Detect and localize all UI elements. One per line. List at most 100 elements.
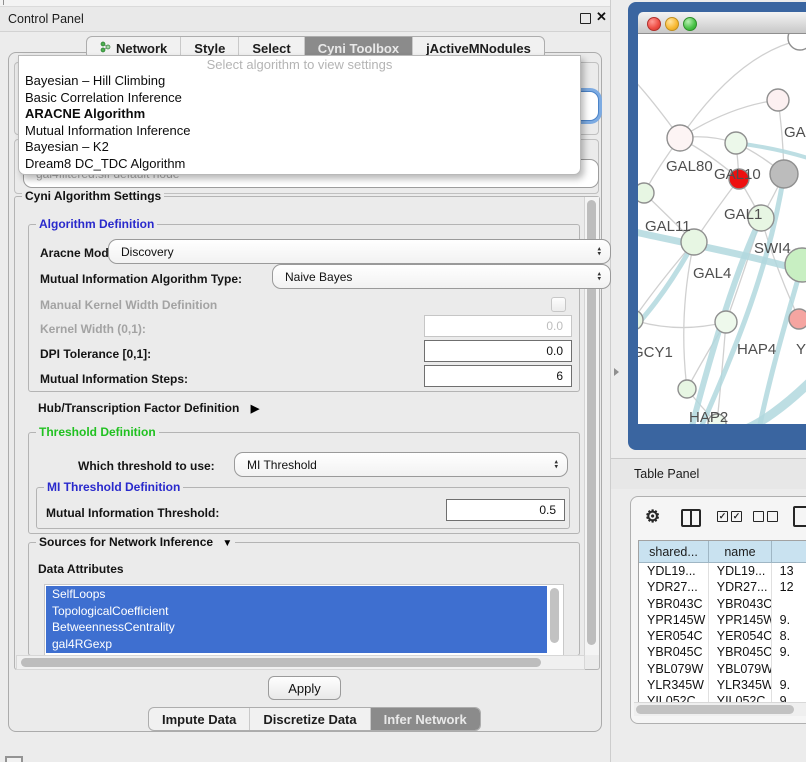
data-attributes-list: SelfLoopsTopologicalCoefficientBetweenne… <box>44 584 564 656</box>
table-cell: YDL19... <box>709 563 772 579</box>
network-node[interactable] <box>638 310 643 330</box>
algorithm-option[interactable]: Bayesian – Hill Climbing <box>19 73 580 90</box>
mi-type-combobox[interactable]: Naive Bayes ▴▾ <box>272 264 611 289</box>
attribute-list-item[interactable]: gal4RGexp <box>46 636 175 653</box>
control-panel-titlebar: Control Panel <box>0 7 610 32</box>
node-label: Y <box>796 341 806 358</box>
mi-steps-field[interactable]: 6 <box>424 365 572 387</box>
top-strip <box>0 0 610 7</box>
table-cell: 9. <box>772 644 806 660</box>
table-cell: YLR345W <box>709 677 772 693</box>
settings-horizontal-scrollbar[interactable] <box>16 655 585 670</box>
bottom-tab-impute-data[interactable]: Impute Data <box>149 708 250 730</box>
column-header[interactable]: name <box>709 541 772 562</box>
attributes-scrollbar-thumb[interactable] <box>550 588 559 643</box>
network-tab-icon <box>100 41 111 56</box>
deselect-all-icon[interactable] <box>753 511 781 529</box>
attribute-list-item[interactable]: BetweennessCentrality <box>46 619 175 636</box>
data-attributes-label: Data Attributes <box>38 562 124 576</box>
network-window-titlebar[interactable] <box>638 12 806 34</box>
network-node[interactable] <box>715 311 737 333</box>
table-row[interactable]: YPR145WYPR145W9. <box>639 612 806 628</box>
network-node[interactable] <box>725 132 747 154</box>
aracne-mode-combobox[interactable]: Discovery ▴▾ <box>108 239 611 264</box>
threshold-definition-title: Threshold Definition <box>36 425 159 439</box>
table-row[interactable]: YLR345WYLR345W9. <box>639 677 806 693</box>
attribute-list-item[interactable]: SelfLoops <box>46 586 175 603</box>
sources-group-title[interactable]: Sources for Network Inference ▼ <box>36 535 235 549</box>
node-label: GAL1 <box>724 206 762 223</box>
network-edge[interactable] <box>680 100 778 138</box>
network-node[interactable] <box>678 380 696 398</box>
algorithm-option[interactable]: ARACNE Algorithm <box>19 106 580 123</box>
node-label: GAL11 <box>645 218 691 235</box>
tab-label: Cyni Toolbox <box>318 41 399 56</box>
dpi-tolerance-value: 0.0 <box>546 344 563 358</box>
zoom-traffic-light-icon[interactable] <box>683 17 697 31</box>
attribute-list-item[interactable]: TopologicalCoefficient <box>46 603 175 620</box>
table-row[interactable]: YDL19...YDL19...13 <box>639 563 806 579</box>
table-row[interactable]: YBR043CYBR043C <box>639 596 806 612</box>
algorithm-option[interactable]: Basic Correlation Inference <box>19 90 580 107</box>
table-horizontal-scrollbar[interactable] <box>634 702 806 716</box>
manual-kernel-checkbox[interactable] <box>551 297 566 312</box>
table-cell: YBR043C <box>709 596 772 612</box>
table-cell: YBL079W <box>709 661 772 677</box>
table-row[interactable]: YDR27...YDR27...12 <box>639 579 806 595</box>
algorithm-dropdown-placeholder: Select algorithm to view settings <box>19 56 580 73</box>
which-threshold-combobox[interactable]: MI Threshold ▴▾ <box>234 452 568 477</box>
float-panel-icon[interactable] <box>580 13 591 24</box>
mi-type-value: Naive Bayes <box>285 270 352 284</box>
hub-definition-label: Hub/Transcription Factor Definition <box>38 401 239 415</box>
table-scrollbar-thumb[interactable] <box>636 705 794 714</box>
network-graph: GALGAL80GAL10GAL1GAL11SWI4GAL4GCY1HAP4YH… <box>638 34 806 424</box>
bottom-tabbar: Impute DataDiscretize DataInfer Network <box>148 707 481 731</box>
column-header[interactable]: shared... <box>639 541 709 562</box>
tab-label: Style <box>194 41 225 56</box>
table-cell: 9. <box>772 612 806 628</box>
column-header[interactable] <box>772 541 806 562</box>
mi-threshold-field[interactable]: 0.5 <box>446 499 565 521</box>
close-traffic-light-icon[interactable] <box>647 17 661 31</box>
table-row[interactable]: YBL079WYBL079W <box>639 661 806 677</box>
hub-definition-toggle[interactable]: Hub/Transcription Factor Definition ▶ <box>38 401 259 415</box>
network-edge[interactable] <box>638 320 726 328</box>
docked-panel-icon[interactable] <box>5 756 23 762</box>
sources-title-text: Sources for Network Inference <box>39 535 213 549</box>
minimize-traffic-light-icon[interactable] <box>665 17 679 31</box>
bottom-tab-discretize-data[interactable]: Discretize Data <box>250 708 370 730</box>
mi-steps-value: 6 <box>556 369 563 383</box>
function-builder-icon[interactable] <box>793 506 806 527</box>
panel-divider-arrow-icon[interactable] <box>614 368 619 376</box>
network-node[interactable] <box>788 34 806 50</box>
network-node[interactable] <box>767 89 789 111</box>
split-panel-icon[interactable] <box>681 509 701 527</box>
table-cell: YPR145W <box>709 612 772 628</box>
table-row[interactable]: YER054CYER054C8. <box>639 628 806 644</box>
algorithm-option[interactable]: Mutual Information Inference <box>19 123 580 140</box>
which-threshold-label: Which threshold to use: <box>78 459 215 473</box>
bottom-tab-infer-network[interactable]: Infer Network <box>371 708 480 730</box>
table-cell: 9. <box>772 677 806 693</box>
kernel-width-field[interactable]: 0.0 <box>424 315 572 337</box>
network-canvas[interactable]: GALGAL80GAL10GAL1GAL11SWI4GAL4GCY1HAP4YH… <box>638 34 806 424</box>
dpi-tolerance-field[interactable]: 0.0 <box>424 340 572 362</box>
top-strip-tick <box>3 0 4 5</box>
table-cell: YBR045C <box>639 644 709 660</box>
algorithm-option[interactable]: Dream8 DC_TDC Algorithm <box>19 156 580 173</box>
table-cell: 8. <box>772 628 806 644</box>
gear-icon[interactable]: ⚙ <box>645 507 660 527</box>
table-cell: YDR27... <box>639 579 709 595</box>
network-node[interactable] <box>638 183 654 203</box>
node-label: GAL80 <box>666 158 713 175</box>
network-edge[interactable] <box>680 40 800 138</box>
apply-button[interactable]: Apply <box>268 676 341 700</box>
algorithm-option[interactable]: Bayesian – K2 <box>19 139 580 156</box>
network-node[interactable] <box>770 160 798 188</box>
network-node[interactable] <box>789 309 806 329</box>
table-row[interactable]: YBR045CYBR045C9. <box>639 644 806 660</box>
select-all-icon[interactable]: ✓✓ <box>717 511 745 529</box>
close-panel-icon[interactable]: ✕ <box>596 9 607 25</box>
network-node[interactable] <box>667 125 693 151</box>
settings-horizontal-scrollbar-thumb[interactable] <box>21 658 541 667</box>
